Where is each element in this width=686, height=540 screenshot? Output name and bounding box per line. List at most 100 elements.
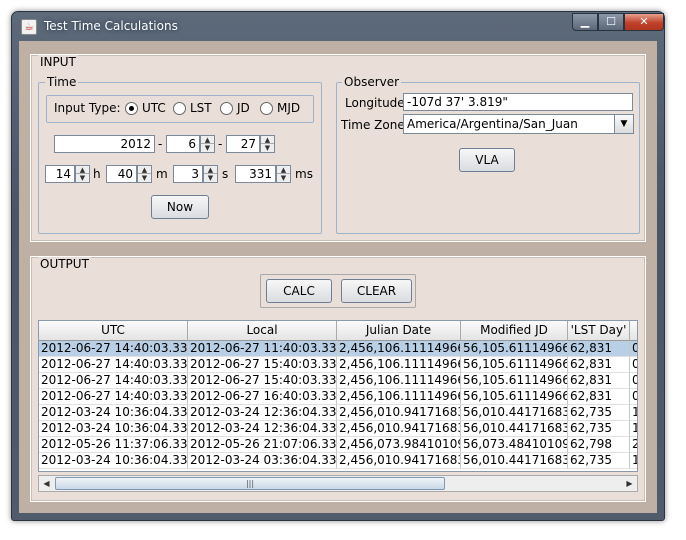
table-cell: 62,831 (568, 373, 630, 389)
table-cell: 0 (630, 357, 637, 373)
vla-button[interactable]: VLA (459, 148, 515, 172)
table-row[interactable]: 2012-06-27 14:40:03.331 2012-06-27 15:40:… (39, 373, 637, 389)
column-header[interactable]: UTC (39, 321, 188, 341)
spin-up-icon[interactable]: ▲ (277, 166, 290, 174)
spin-up-icon[interactable]: ▲ (138, 166, 151, 174)
table-cell: 2 (630, 437, 637, 453)
radio-jd-label: JD (237, 101, 250, 115)
table-cell: 1 (630, 421, 637, 437)
table-cell: 2012-06-27 15:40:03.331 (188, 373, 337, 389)
table-row[interactable]: 2012-06-27 14:40:03.331 2012-06-27 11:40:… (39, 341, 637, 357)
timezone-label: Time Zone (341, 118, 405, 132)
table-cell: 2012-03-24 12:36:04.334 (188, 405, 337, 421)
minimize-button[interactable]: ▁ (572, 13, 598, 31)
second-spinner[interactable]: ▲ ▼ (203, 165, 218, 183)
hour-field[interactable]: 14 (45, 165, 75, 183)
day-spinner[interactable]: ▲ ▼ (260, 135, 275, 153)
table-row[interactable]: 2012-06-27 14:40:03.331 2012-06-27 15:40:… (39, 357, 637, 373)
table-row[interactable]: 2012-05-26 11:37:06.334 2012-05-26 21:07:… (39, 437, 637, 453)
spin-down-icon[interactable]: ▼ (138, 174, 151, 182)
month-field[interactable]: 6 (166, 135, 200, 153)
now-button[interactable]: Now (151, 195, 209, 219)
spin-up-icon[interactable]: ▲ (76, 166, 89, 174)
table-cell: 2012-03-24 10:36:04.334 (39, 453, 188, 469)
column-header[interactable]: Modified JD (461, 321, 568, 341)
table-row[interactable]: 2012-03-24 10:36:04.334 2012-03-24 03:36:… (39, 453, 637, 469)
spin-up-icon[interactable]: ▲ (201, 136, 214, 144)
date-separator: - (218, 137, 223, 151)
table-cell: 0 (630, 341, 637, 357)
spin-down-icon[interactable]: ▼ (261, 144, 274, 152)
ms-field[interactable]: 331 (235, 165, 276, 183)
close-icon: ✕ (639, 15, 649, 28)
table-cell: 2,456,106.11114966 (337, 341, 461, 357)
month-spinner[interactable]: ▲ ▼ (200, 135, 215, 153)
scrollbar-thumb[interactable]: ||| (55, 477, 445, 490)
table-cell: 56,105.61114966 (461, 341, 568, 357)
table-cell: 1 (630, 405, 637, 421)
spin-down-icon[interactable]: ▼ (201, 144, 214, 152)
radio-mjd[interactable] (260, 102, 273, 115)
table-cell: 2012-06-27 14:40:03.331 (39, 357, 188, 373)
close-button[interactable]: ✕ (624, 13, 664, 31)
date-separator: - (158, 137, 163, 151)
results-table[interactable]: UTC Local Julian Date Modified JD 'LST Day' … (38, 320, 638, 472)
table-cell: 2012-06-27 14:40:03.331 (39, 373, 188, 389)
spin-down-icon[interactable]: ▼ (204, 174, 217, 182)
table-row[interactable]: 2012-06-27 14:40:03.331 2012-06-27 16:40:… (39, 389, 637, 405)
second-field[interactable]: 3 (173, 165, 203, 183)
table-cell: 62,831 (568, 341, 630, 357)
column-header[interactable]: Julian Date (337, 321, 461, 341)
radio-jd[interactable] (220, 102, 233, 115)
longitude-label: Longitude (345, 96, 405, 110)
table-cell: 0 (630, 389, 637, 405)
calc-button[interactable]: CALC (266, 279, 332, 303)
ms-spinner[interactable]: ▲ ▼ (276, 165, 291, 183)
horizontal-scrollbar[interactable]: ◀ ||| ▶ (38, 475, 638, 492)
table-cell: 2,456,010.94171683 (337, 421, 461, 437)
radio-lst[interactable] (173, 102, 186, 115)
column-header[interactable]: Local (188, 321, 337, 341)
table-cell: 0 (630, 373, 637, 389)
table-cell: 2,456,106.11114966 (337, 389, 461, 405)
column-header[interactable] (630, 321, 637, 341)
minute-spinner[interactable]: ▲ ▼ (137, 165, 152, 183)
table-cell: 2,456,073.98410109 (337, 437, 461, 453)
table-cell: 2012-06-27 14:40:03.331 (39, 389, 188, 405)
table-cell: 56,073.48410109 (461, 437, 568, 453)
title-bar[interactable]: ☕ Test Time Calculations ▁ ☐ ✕ (12, 12, 664, 42)
spin-up-icon[interactable]: ▲ (261, 136, 274, 144)
spin-down-icon[interactable]: ▼ (277, 174, 290, 182)
column-header[interactable]: 'LST Day' (568, 321, 630, 341)
spin-up-icon[interactable]: ▲ (204, 166, 217, 174)
day-field[interactable]: 27 (226, 135, 260, 153)
table-cell: 2012-03-24 03:36:04.334 (188, 453, 337, 469)
radio-utc[interactable] (125, 102, 138, 115)
table-cell: 62,831 (568, 357, 630, 373)
table-row[interactable]: 2012-03-24 10:36:04.334 2012-03-24 12:36:… (39, 421, 637, 437)
minute-field[interactable]: 40 (106, 165, 137, 183)
clear-button[interactable]: CLEAR (341, 279, 412, 303)
table-cell: 62,735 (568, 453, 630, 469)
longitude-field[interactable]: -107d 37' 3.819" (403, 93, 633, 111)
input-type-label: Input Type: (54, 101, 121, 115)
chevron-down-icon[interactable]: ▼ (614, 114, 634, 134)
minimize-icon: ▁ (580, 15, 590, 28)
maximize-button[interactable]: ☐ (598, 13, 624, 31)
radio-lst-label: LST (190, 101, 212, 115)
table-cell: 2012-05-26 11:37:06.334 (39, 437, 188, 453)
spin-down-icon[interactable]: ▼ (76, 174, 89, 182)
table-cell: 2012-05-26 21:07:06.334 (188, 437, 337, 453)
table-cell: 62,735 (568, 405, 630, 421)
table-cell: 2,456,106.11114966 (337, 357, 461, 373)
table-cell: 56,105.61114966 (461, 357, 568, 373)
year-field[interactable]: 2012 (54, 135, 155, 153)
table-row[interactable]: 2012-03-24 10:36:04.334 2012-03-24 12:36:… (39, 405, 637, 421)
hour-unit: h (93, 167, 101, 181)
scroll-left-icon[interactable]: ◀ (39, 476, 54, 491)
second-unit: s (222, 167, 229, 181)
scroll-right-icon[interactable]: ▶ (622, 476, 637, 491)
timezone-select[interactable]: America/Argentina/San_Juan (403, 114, 615, 134)
table-header: UTC Local Julian Date Modified JD 'LST Day' (39, 321, 637, 341)
hour-spinner[interactable]: ▲ ▼ (75, 165, 90, 183)
